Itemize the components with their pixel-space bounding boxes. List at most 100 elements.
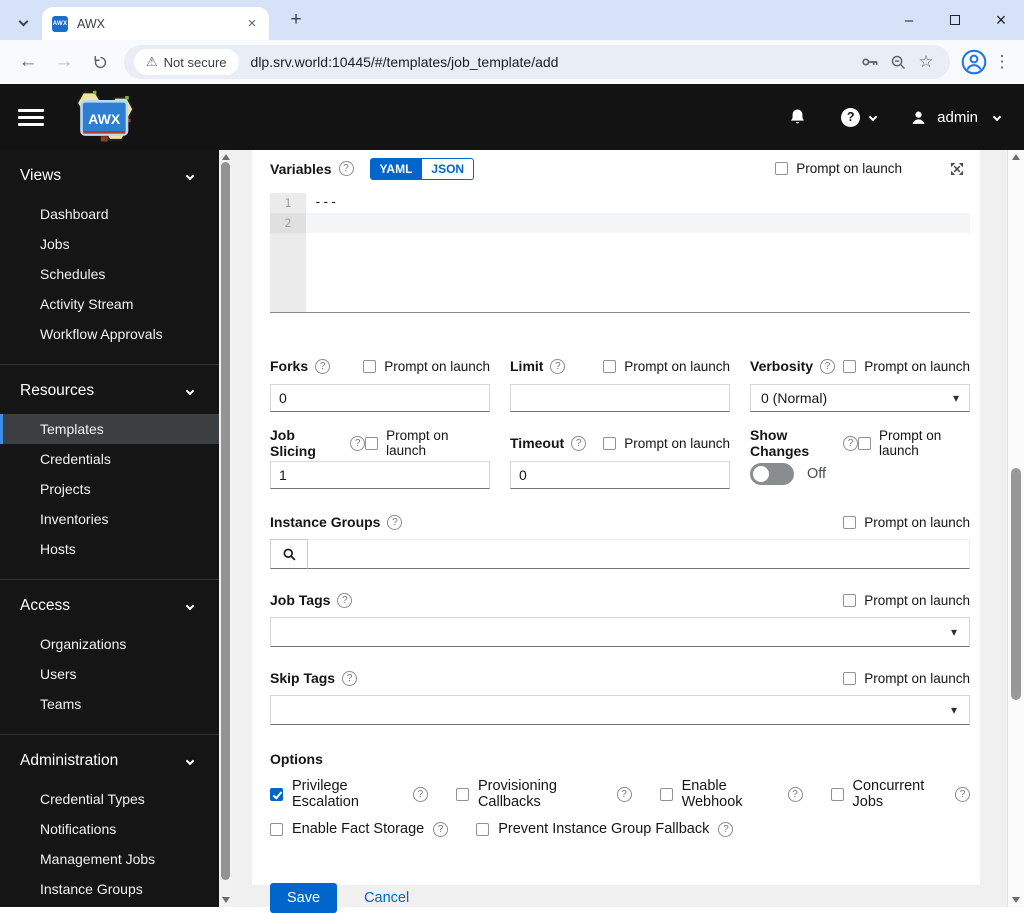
sidebar-item-jobs[interactable]: Jobs: [0, 229, 219, 259]
sidebar-scrollbar[interactable]: [219, 150, 232, 907]
sidebar-item-teams[interactable]: Teams: [0, 689, 219, 719]
help-icon[interactable]: ?: [433, 821, 449, 837]
browser-menu-button[interactable]: ⋮: [990, 52, 1014, 72]
help-icon[interactable]: ?: [787, 786, 803, 802]
page-scrollbar[interactable]: [1007, 150, 1024, 907]
help-icon[interactable]: ?: [616, 786, 632, 802]
instance-groups-prompt-on-launch[interactable]: Prompt on launch: [843, 515, 970, 530]
sidebar-section-access-header[interactable]: Access: [0, 593, 219, 619]
sidebar-item-organizations[interactable]: Organizations: [0, 629, 219, 659]
timeout-input[interactable]: [510, 461, 730, 489]
sidebar-item-credentials[interactable]: Credentials: [0, 444, 219, 474]
help-icon[interactable]: ?: [350, 435, 366, 451]
option-provisioning-callbacks[interactable]: Provisioning Callbacks ?: [455, 778, 632, 810]
help-icon[interactable]: ?: [571, 435, 587, 451]
scroll-up-arrow[interactable]: [1012, 154, 1020, 160]
browser-tab[interactable]: AWX AWX ×: [42, 7, 269, 40]
show-changes-toggle[interactable]: [750, 463, 794, 485]
new-tab-button[interactable]: +: [283, 7, 309, 33]
option-concurrent-jobs[interactable]: Concurrent Jobs ?: [830, 778, 970, 810]
forks-prompt-on-launch[interactable]: Prompt on launch: [363, 359, 490, 374]
sidebar-item-credential-types[interactable]: Credential Types: [0, 784, 219, 814]
sidebar-item-projects[interactable]: Projects: [0, 474, 219, 504]
option-enable-fact-storage[interactable]: Enable Fact Storage ?: [270, 821, 449, 837]
sidebar-item-users[interactable]: Users: [0, 659, 219, 689]
help-icon[interactable]: ?: [387, 514, 403, 530]
job-slicing-input[interactable]: [270, 461, 490, 489]
zoom-button[interactable]: [884, 48, 912, 76]
verbosity-select[interactable]: 0 (Normal) ▾: [750, 384, 970, 412]
minimize-button[interactable]: –: [886, 4, 932, 36]
maximize-button[interactable]: [932, 4, 978, 36]
back-button[interactable]: ←: [13, 47, 43, 77]
expand-editor-button[interactable]: [950, 162, 964, 181]
sidebar-item-instance-groups[interactable]: Instance Groups: [0, 874, 219, 904]
job-tags-prompt-on-launch[interactable]: Prompt on launch: [843, 593, 970, 608]
awx-logo[interactable]: AWX: [64, 89, 148, 145]
sidebar-item-workflow-approvals[interactable]: Workflow Approvals: [0, 319, 219, 349]
sidebar-item-schedules[interactable]: Schedules: [0, 259, 219, 289]
yaml-toggle-button[interactable]: YAML: [369, 157, 423, 180]
help-icon[interactable]: ?: [315, 358, 331, 374]
sidebar-item-notifications[interactable]: Notifications: [0, 814, 219, 844]
help-icon[interactable]: ?: [843, 435, 859, 451]
scroll-down-arrow[interactable]: [1012, 897, 1020, 903]
help-icon[interactable]: ?: [955, 786, 970, 802]
variables-code-editor[interactable]: 1 --- 2: [270, 193, 970, 313]
forks-input[interactable]: [270, 384, 490, 412]
security-chip[interactable]: ⚠ Not secure: [134, 49, 239, 75]
sidebar-item-hosts[interactable]: Hosts: [0, 534, 219, 564]
nav-toggle-button[interactable]: [18, 108, 44, 126]
tab-search-button[interactable]: [12, 12, 34, 30]
profile-avatar-button[interactable]: [958, 46, 990, 78]
reload-button[interactable]: [85, 47, 115, 77]
sidebar-section-administration-header[interactable]: Administration: [0, 748, 219, 774]
help-icon[interactable]: ?: [338, 161, 354, 176]
notifications-button[interactable]: [788, 107, 807, 127]
user-menu-button[interactable]: admin: [910, 109, 1002, 126]
sidebar-item-inventories[interactable]: Inventories: [0, 504, 219, 534]
sidebar-section-views-header[interactable]: Views: [0, 163, 219, 189]
job-tags-select[interactable]: ▾: [270, 617, 970, 647]
password-key-button[interactable]: [856, 48, 884, 76]
forward-button[interactable]: →: [49, 47, 79, 77]
instance-groups-input[interactable]: [308, 539, 970, 569]
window-close-button[interactable]: ×: [978, 4, 1024, 36]
variables-prompt-on-launch[interactable]: Prompt on launch: [775, 161, 902, 176]
help-icon[interactable]: ?: [337, 592, 353, 608]
limit-prompt-on-launch[interactable]: Prompt on launch: [603, 359, 730, 374]
skip-tags-prompt-on-launch[interactable]: Prompt on launch: [843, 671, 970, 686]
sidebar-scrollbar-thumb[interactable]: [221, 162, 230, 880]
verbosity-prompt-on-launch[interactable]: Prompt on launch: [843, 359, 970, 374]
json-toggle-button[interactable]: JSON: [422, 157, 475, 180]
instance-groups-search-button[interactable]: [270, 539, 308, 569]
url-text[interactable]: dlp.srv.world:10445/#/templates/job_temp…: [251, 54, 856, 70]
scroll-down-arrow[interactable]: [221, 897, 230, 903]
job-slicing-prompt-on-launch[interactable]: Prompt on launch: [365, 428, 490, 458]
sidebar-section-resources-header[interactable]: Resources: [0, 378, 219, 404]
sidebar-item-templates[interactable]: Templates: [0, 414, 219, 444]
cancel-button[interactable]: Cancel: [364, 890, 409, 906]
help-menu-button[interactable]: ?: [841, 107, 878, 127]
help-icon[interactable]: ?: [820, 358, 836, 374]
save-button[interactable]: Save: [270, 883, 338, 913]
option-enable-webhook[interactable]: Enable Webhook ?: [659, 778, 803, 810]
help-icon[interactable]: ?: [550, 358, 566, 374]
sidebar-item-management-jobs[interactable]: Management Jobs: [0, 844, 219, 874]
sidebar-item-dashboard[interactable]: Dashboard: [0, 199, 219, 229]
scroll-up-arrow[interactable]: [221, 154, 230, 160]
timeout-prompt-on-launch[interactable]: Prompt on launch: [603, 436, 730, 451]
show-changes-prompt-on-launch[interactable]: Prompt on launch: [858, 428, 970, 458]
limit-input[interactable]: [510, 384, 730, 412]
help-icon[interactable]: ?: [412, 786, 428, 802]
option-privilege-escalation[interactable]: Privilege Escalation ?: [270, 778, 428, 810]
option-prevent-instance-group-fallback[interactable]: Prevent Instance Group Fallback ?: [476, 821, 734, 837]
page-scrollbar-thumb[interactable]: [1011, 468, 1021, 700]
help-icon[interactable]: ?: [342, 670, 358, 686]
address-bar[interactable]: ⚠ Not secure dlp.srv.world:10445/#/templ…: [124, 45, 950, 79]
tab-close-icon[interactable]: ×: [243, 15, 261, 33]
skip-tags-select[interactable]: ▾: [270, 695, 970, 725]
sidebar-item-activity-stream[interactable]: Activity Stream: [0, 289, 219, 319]
help-icon[interactable]: ?: [718, 821, 734, 837]
bookmark-star-button[interactable]: ☆: [912, 48, 940, 76]
